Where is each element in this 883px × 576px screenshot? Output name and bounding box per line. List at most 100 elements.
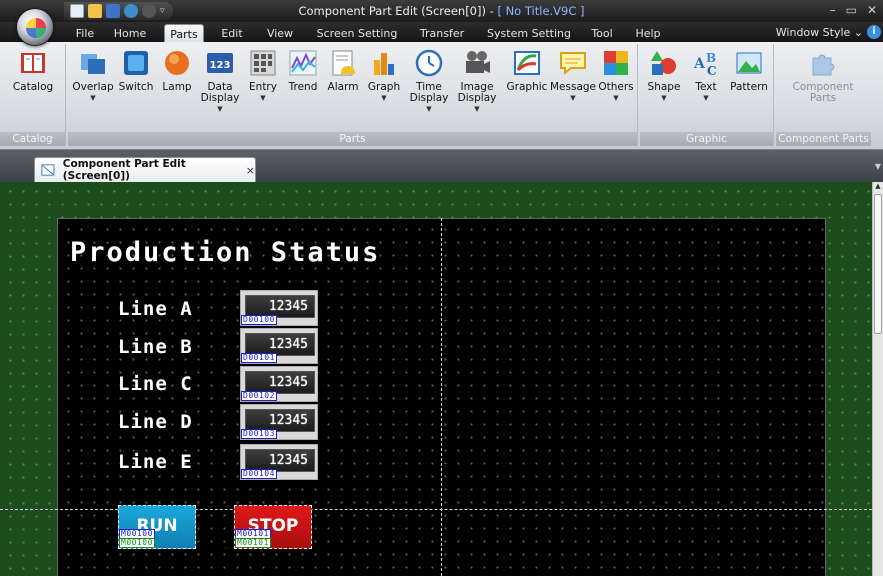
tab-transfer[interactable]: Transfer: [414, 24, 470, 42]
window-style-label: Window Style: [775, 26, 851, 39]
text-button[interactable]: ABC Text ▼: [686, 48, 726, 104]
tab-system-setting[interactable]: System Setting: [482, 24, 576, 42]
group-label-component-parts: Component Parts: [776, 132, 871, 146]
device-address-label: D00103: [241, 429, 277, 439]
tab-file[interactable]: File: [68, 24, 102, 42]
trend-icon: [289, 50, 317, 76]
app-logo-icon: [26, 18, 46, 38]
help-icon[interactable]: i: [867, 25, 881, 39]
device-address-label: D00100: [241, 315, 277, 325]
window-title: Component Part Edit (Screen[0]) - [ No T…: [0, 4, 883, 18]
others-label: Others: [598, 81, 634, 93]
lamp-button[interactable]: Lamp: [158, 48, 196, 93]
svg-text:C: C: [707, 64, 717, 78]
device-address-label: D00104: [241, 469, 277, 479]
line-a-label[interactable]: Line A: [118, 298, 193, 320]
puzzle-icon: [812, 54, 835, 76]
entry-button[interactable]: Entry ▼: [244, 48, 282, 104]
graphic-label: Graphic: [506, 81, 548, 93]
display-value: 12345: [268, 453, 308, 468]
text-label: Text: [695, 81, 717, 93]
switch-button[interactable]: Switch: [116, 48, 156, 93]
tab-edit[interactable]: Edit: [214, 24, 250, 42]
vertical-scrollbar[interactable]: ▲: [872, 182, 883, 576]
scrollbar-thumb[interactable]: [874, 194, 882, 334]
graphic-icon: [514, 51, 540, 75]
tab-view[interactable]: View: [262, 24, 298, 42]
others-icon: [604, 51, 628, 75]
component-parts-label: Component Parts: [792, 81, 854, 104]
trend-label: Trend: [288, 81, 318, 93]
graphic-button[interactable]: Graphic: [504, 48, 550, 93]
svg-text:B: B: [706, 51, 716, 65]
line-b-label[interactable]: Line B: [118, 336, 193, 358]
camera-icon: [466, 51, 490, 73]
tab-parts[interactable]: Parts: [164, 24, 204, 42]
ribbon: Catalog Catalog Overlap ▼ Switch Lamp 123…: [0, 42, 883, 150]
device-address-label: D00101: [241, 353, 277, 363]
data-display-label: Data Display: [200, 81, 240, 104]
data-display-icon: 123: [207, 53, 233, 73]
switch-icon: [124, 51, 148, 75]
clock-icon: [415, 49, 443, 77]
alarm-icon: [332, 50, 355, 76]
display-value: 12345: [268, 299, 308, 314]
tab-screen-setting[interactable]: Screen Setting: [312, 24, 402, 42]
group-label-catalog: Catalog: [0, 132, 65, 146]
stop-switch[interactable]: STOP M00101 M00101: [234, 505, 312, 549]
alarm-label: Alarm: [327, 81, 359, 93]
tab-help[interactable]: Help: [630, 24, 666, 42]
data-display-line-d[interactable]: 12345 D00103: [240, 404, 318, 440]
pattern-icon: [736, 52, 762, 74]
catalog-button[interactable]: Catalog: [2, 48, 64, 93]
data-display-line-c[interactable]: 12345 D00102: [240, 366, 318, 402]
graph-button[interactable]: Graph ▼: [364, 48, 404, 104]
display-value: 12345: [268, 337, 308, 352]
document-tab-bar: Component Part Edit (Screen[0]) × ▼: [0, 150, 883, 182]
restore-button[interactable]: ▭: [846, 3, 857, 17]
group-label-parts: Parts: [68, 132, 637, 146]
message-button[interactable]: Message ▼: [550, 48, 596, 104]
message-icon: [560, 52, 586, 76]
run-switch[interactable]: RUN M00100 M00100: [118, 505, 196, 549]
shape-button[interactable]: Shape ▼: [644, 48, 684, 104]
tab-home[interactable]: Home: [110, 24, 150, 42]
close-button[interactable]: ✕: [867, 3, 877, 17]
close-tab-button[interactable]: ×: [246, 164, 255, 177]
shape-icon: [651, 51, 676, 75]
others-button[interactable]: Others ▼: [596, 48, 636, 104]
tab-list-dropdown-icon[interactable]: ▼: [875, 162, 881, 171]
scroll-up-icon[interactable]: ▲: [873, 182, 883, 193]
catalog-label: Catalog: [12, 81, 54, 93]
svg-text:A: A: [693, 56, 706, 72]
overlap-button[interactable]: Overlap ▼: [72, 48, 114, 104]
data-display-icon-text: 123: [210, 60, 231, 71]
minimize-button[interactable]: –: [830, 3, 836, 17]
keypad-icon: [250, 50, 276, 76]
data-display-line-b[interactable]: 12345 D00101: [240, 328, 318, 364]
line-d-label[interactable]: Line D: [118, 411, 193, 433]
ribbon-group-graphic: Shape ▼ ABC Text ▼ Pattern Graphic: [640, 44, 774, 146]
data-display-button[interactable]: 123 Data Display ▼: [198, 48, 242, 115]
tab-tool[interactable]: Tool: [585, 24, 619, 42]
line-c-label[interactable]: Line C: [118, 373, 193, 395]
display-value: 12345: [268, 413, 308, 428]
overlap-icon: [81, 54, 105, 74]
component-parts-button[interactable]: Component Parts: [780, 48, 866, 104]
bar-graph-icon: [374, 53, 394, 75]
time-display-button[interactable]: Time Display ▼: [406, 48, 452, 115]
alarm-button[interactable]: Alarm: [324, 48, 362, 93]
screen-title-text[interactable]: Production Status: [70, 237, 380, 268]
window-title-document: [ No Title.V9C ]: [497, 4, 585, 18]
line-e-label[interactable]: Line E: [118, 451, 193, 473]
book-icon: [21, 53, 45, 73]
image-display-button[interactable]: Image Display ▼: [454, 48, 500, 115]
center-guide-vertical: [441, 218, 442, 576]
window-style-dropdown[interactable]: Window Style ⌄: [776, 26, 863, 39]
application-menu-button[interactable]: [16, 8, 54, 46]
data-display-line-e[interactable]: 12345 D00104: [240, 444, 318, 480]
tab-component-part-edit[interactable]: Component Part Edit (Screen[0]) ×: [34, 157, 256, 182]
trend-button[interactable]: Trend: [284, 48, 322, 93]
data-display-line-a[interactable]: 12345 D00100: [240, 290, 318, 326]
pattern-button[interactable]: Pattern: [728, 48, 770, 93]
